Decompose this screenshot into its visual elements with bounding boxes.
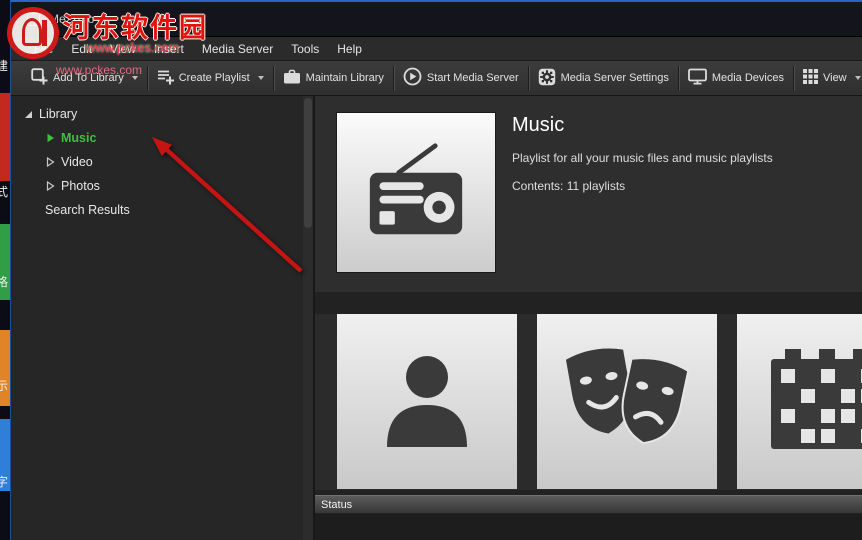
contents-count: Contents: 11 playlists: [512, 179, 625, 193]
create-playlist-icon: [157, 68, 174, 88]
sidebar-item-search-results[interactable]: Search Results: [11, 198, 313, 222]
background-page-strip: 建 式 格 示 字: [0, 0, 10, 540]
media-devices-button[interactable]: Media Devices: [682, 64, 790, 92]
media-server-settings-button[interactable]: Media Server Settings: [532, 64, 675, 92]
person-icon: [373, 344, 481, 459]
maintain-library-button[interactable]: Maintain Library: [277, 64, 390, 92]
calendar-icon: [765, 344, 862, 459]
toolbar-separator: [393, 66, 394, 91]
strip-orange-block: [0, 330, 10, 406]
toolbar-separator: [793, 66, 794, 91]
chevron-down-icon[interactable]: [132, 76, 138, 80]
grid-view-icon: [803, 69, 818, 87]
radio-icon: [364, 140, 468, 245]
chevron-down-icon[interactable]: [258, 76, 264, 80]
title-bar[interactable]: Mezzmo: [11, 2, 862, 36]
media-server-settings-label: Media Server Settings: [561, 72, 669, 84]
tree-collapsed-icon[interactable]: [45, 157, 55, 167]
tree-collapsed-icon[interactable]: [45, 181, 55, 191]
page-title: Music: [512, 114, 564, 137]
menu-item-tools[interactable]: Tools: [282, 37, 328, 61]
menu-item-media-server[interactable]: Media Server: [193, 37, 282, 61]
toolbar: Add To Library Create Playlist Maintain …: [11, 60, 862, 96]
tile-person[interactable]: [337, 314, 517, 489]
tile-masks[interactable]: [537, 314, 717, 489]
menu-item-view[interactable]: View: [101, 37, 145, 61]
toolbar-separator: [678, 66, 679, 91]
sidebar-scrollbar[interactable]: [303, 96, 313, 540]
content-pane: Music Playlist for all your music files …: [315, 96, 862, 540]
menu-item-edit[interactable]: Edit: [62, 37, 101, 61]
strip-char: 字: [0, 476, 8, 489]
toolbar-separator: [528, 66, 529, 91]
sidebar-scrollbar-thumb[interactable]: [304, 98, 312, 228]
status-detail-panel: [315, 514, 862, 540]
menu-item-help[interactable]: Help: [328, 37, 371, 61]
status-label: Status: [321, 499, 352, 511]
sidebar-item-library[interactable]: Library: [11, 102, 313, 126]
music-hero-tile[interactable]: [337, 113, 495, 272]
status-bar: Status: [315, 495, 862, 513]
view-button[interactable]: View: [797, 64, 862, 92]
window-title: Mezzmo: [49, 12, 94, 26]
maintain-library-label: Maintain Library: [306, 72, 384, 84]
strip-char: 建: [0, 60, 8, 73]
strip-char: 式: [0, 186, 8, 199]
library-label: Library: [39, 107, 77, 121]
playlist-description: Playlist for all your music files and mu…: [512, 151, 773, 165]
tree-collapsed-icon[interactable]: [45, 133, 55, 143]
sidebar-item-music[interactable]: Music: [11, 126, 313, 150]
search-results-label: Search Results: [45, 203, 130, 217]
chevron-down-icon[interactable]: [855, 76, 861, 80]
tile-calendar[interactable]: [737, 314, 862, 489]
app-window: Mezzmo File Edit View Insert Media Serve…: [10, 0, 862, 540]
add-to-library-label: Add To Library: [53, 72, 124, 84]
music-label: Music: [61, 131, 96, 145]
strip-char: 格: [0, 276, 8, 289]
briefcase-icon: [283, 69, 301, 88]
music-header-panel: Music Playlist for all your music files …: [315, 96, 862, 292]
create-playlist-label: Create Playlist: [179, 72, 250, 84]
photos-label: Photos: [61, 179, 100, 193]
screen: 建 式 格 示 字 Mezzmo File Edit View Insert M…: [0, 0, 862, 540]
tree-expanded-icon[interactable]: [23, 110, 33, 119]
create-playlist-button[interactable]: Create Playlist: [151, 64, 270, 92]
strip-red-block: [0, 93, 10, 181]
sidebar-item-photos[interactable]: Photos: [11, 174, 313, 198]
gear-icon: [538, 68, 556, 89]
start-media-server-button[interactable]: Start Media Server: [397, 64, 525, 92]
menu-bar: File Edit View Insert Media Server Tools…: [11, 36, 862, 60]
video-label: Video: [61, 155, 93, 169]
add-to-library-button[interactable]: Add To Library: [25, 64, 144, 92]
playlist-tiles-row: [315, 314, 862, 490]
toolbar-separator: [147, 66, 148, 91]
menu-item-insert[interactable]: Insert: [145, 37, 193, 61]
theater-masks-icon: [557, 342, 697, 462]
monitor-icon: [688, 68, 707, 88]
toolbar-separator: [273, 66, 274, 91]
library-tree: Library Music Video: [11, 96, 315, 540]
media-devices-label: Media Devices: [712, 72, 784, 84]
view-label: View: [823, 72, 847, 84]
sidebar-item-video[interactable]: Video: [11, 150, 313, 174]
add-to-library-icon: [31, 68, 48, 88]
strip-char: 示: [0, 380, 8, 393]
app-icon: [27, 13, 40, 26]
play-circle-icon: [403, 67, 422, 89]
start-media-server-label: Start Media Server: [427, 72, 519, 84]
menu-item-file[interactable]: File: [25, 37, 62, 61]
